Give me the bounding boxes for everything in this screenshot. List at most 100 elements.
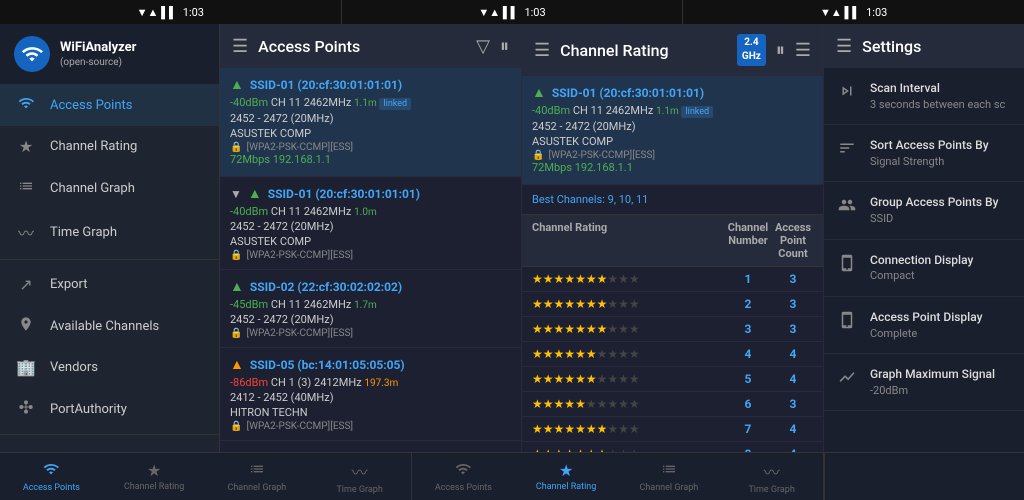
settings-item-sort-access-points[interactable]: Sort Access Points BySignal Strength (824, 125, 1024, 182)
ap-item-05[interactable]: ▲ SSID-05 (bc:14:01:05:05:05) -86dBm CH … (220, 348, 521, 441)
settings-item-connection-display[interactable]: Connection DisplayCompact (824, 240, 1024, 297)
star-empty: ★ (597, 347, 608, 361)
cr-col-channel: Channel Number (723, 221, 773, 260)
settings-item-scan-interval[interactable]: Scan Interval3 seconds between each sc (824, 68, 1024, 125)
settings-menu-icon[interactable]: ☰ (836, 36, 852, 57)
ap-item-04[interactable]: ▲ SSID-04 (bc:14:01:04:04:04) -87dBm CH … (220, 441, 521, 452)
cr-more-icon[interactable]: ☰ (795, 40, 811, 61)
ap-highlighted[interactable]: ▲ SSID-01 (20:cf:30:01:01:01) -40dBm CH … (220, 68, 521, 177)
ap-item-02[interactable]: ▲ SSID-02 (22:cf:30:02:02:02) -45dBm CH … (220, 270, 521, 348)
settings-value-graph-maximum-signal: -20dBm (870, 383, 995, 398)
star-filled: ★ (564, 422, 575, 436)
cr-table-header: Channel Rating Channel Number Access Poi… (522, 215, 823, 267)
sidebar-item-port-authority[interactable]: PortAuthority (0, 388, 219, 430)
star-empty: ★ (607, 422, 618, 436)
star-filled: ★ (532, 422, 543, 436)
star-empty: ★ (618, 297, 629, 311)
star-filled: ★ (554, 322, 565, 336)
sidebar-item-available-channels[interactable]: Available Channels (0, 305, 219, 347)
ap-menu-icon[interactable]: ☰ (232, 36, 248, 57)
settings-item-graph-maximum-signal[interactable]: Graph Maximum Signal-20dBm (824, 354, 1024, 411)
cr-ap-count: 4 (773, 372, 813, 386)
app-logo (14, 36, 50, 72)
settings-panel: ☰ Settings Scan Interval3 seconds betwee… (824, 24, 1024, 452)
cr-highlighted-details: -40dBm CH 11 2462MHz 1.1m linked (532, 104, 813, 118)
ap-pause-icon[interactable]: ⏸ (500, 36, 509, 57)
sidebar-item-access-points[interactable]: Access Points (0, 84, 219, 126)
ap-security-05: 🔒 [WPA2-PSK-CCMP][ESS] (230, 421, 511, 432)
bnav2-cr-icon: ★ (559, 461, 573, 480)
sidebar-item-export[interactable]: ↗ Export (0, 264, 219, 305)
bnav-tg-icon: 〰 (352, 459, 368, 483)
bnav2-tg[interactable]: 〰 Time Graph (720, 453, 823, 500)
bnav2-cr[interactable]: ★ Channel Rating (515, 453, 618, 500)
time-2: 1:03 (524, 6, 545, 19)
bnav2-ap[interactable]: Access Points (412, 453, 515, 500)
ap-highlight-ssid: SSID-01 (20:cf:30:01:01:01) (250, 78, 402, 92)
ap-range-02: 2452 - 2472 (20MHz) (230, 313, 511, 326)
settings-item-access-point-display[interactable]: Access Point DisplayComplete (824, 297, 1024, 354)
ap-item-01[interactable]: ▼ ▲ SSID-01 (20:cf:30:01:01:01) -40dBm C… (220, 177, 521, 270)
star-filled: ★ (543, 397, 554, 411)
cr-channel-num: 1 (723, 272, 773, 286)
cr-pause-icon[interactable]: ⏸ (776, 40, 785, 61)
status-icons-2: ▼▲ ▌▌ (478, 6, 518, 19)
bnav-ap[interactable]: Access Points (0, 453, 103, 500)
star-empty: ★ (629, 297, 640, 311)
star-filled: ★ (554, 272, 565, 286)
bnav-cr[interactable]: ★ Channel Rating (103, 453, 206, 500)
cr-panel-header: ☰ Channel Rating 2.4GHz ⏸ ☰ (522, 24, 823, 76)
settings-title-graph-maximum-signal: Graph Maximum Signal (870, 366, 995, 383)
settings-content-scan-interval: Scan Interval3 seconds between each sc (870, 80, 1005, 112)
cr-channel-num: 7 (723, 422, 773, 436)
star-filled: ★ (564, 297, 575, 311)
app-name: WiFiAnalyzer (60, 40, 136, 57)
ap-range-01: 2452 - 2472 (20MHz) (230, 220, 511, 233)
settings-content-group-access-points: Group Access Points BySSID (870, 194, 998, 226)
status-icons-3: ▼▲ ▌▌ (820, 6, 860, 19)
bnav-tg[interactable]: 〰 Time Graph (308, 453, 411, 500)
bnav2-cg[interactable]: Channel Graph (618, 453, 721, 500)
settings-item-group-access-points[interactable]: Group Access Points BySSID (824, 182, 1024, 239)
ap-highlight-range: 2452 - 2472 (20MHz) (230, 112, 511, 125)
ap-security-01: 🔒 [WPA2-PSK-CCMP][ESS] (230, 250, 511, 261)
sidebar-item-settings[interactable]: ⚙ Settings (0, 439, 219, 452)
best-channels-label: Best Channels: (532, 193, 605, 206)
cr-wifi-icon: ▲ (532, 84, 546, 101)
cr-nav-label: Channel Rating (50, 139, 137, 154)
settings-value-access-point-display: Complete (870, 326, 982, 341)
sidebar-item-channel-rating[interactable]: ★ Channel Rating (0, 126, 219, 167)
settings-panel-title: Settings (862, 37, 921, 56)
sidebar: WiFiAnalyzer (open-source) Access Points… (0, 24, 220, 452)
ap-nav-icon (16, 95, 36, 115)
cr-row-1: ★★★★★★★★★★13 (522, 267, 823, 292)
star-empty: ★ (597, 372, 608, 386)
ap-details-01: -40dBm CH 11 2462MHz 1.0m (230, 205, 511, 218)
cr-channel-num: 6 (723, 397, 773, 411)
sidebar-item-time-graph[interactable]: 〰 Time Graph (0, 209, 219, 255)
ap-panel-header: ☰ Access Points ▽ ⏸ (220, 24, 521, 68)
ap-highlight-details: -40dBm CH 11 2462MHz 1.1m linked (230, 96, 511, 110)
ap-highlight-freq: 2462MHz (304, 96, 352, 109)
bottom-nav-row: Access Points ★ Channel Rating Channel G… (0, 452, 1024, 500)
ap-filter-icon[interactable]: ▽ (476, 36, 490, 57)
avail-chan-icon (16, 316, 36, 336)
cr-channel-num: 5 (723, 372, 773, 386)
star-empty: ★ (629, 322, 640, 336)
ap-nav-label: Access Points (50, 98, 132, 113)
sidebar-item-vendors[interactable]: 🏢 Vendors (0, 347, 219, 388)
vendors-label: Vendors (50, 360, 98, 375)
lock-icon-05: 🔒 (230, 421, 242, 432)
cr-col-count: Access Point Count (773, 221, 813, 260)
bnav-ap-icon (43, 461, 59, 481)
sidebar-item-channel-graph[interactable]: Channel Graph (0, 167, 219, 209)
bnav-cg[interactable]: Channel Graph (206, 453, 309, 500)
star-filled: ★ (586, 347, 597, 361)
bnav-cg-label: Channel Graph (227, 483, 286, 493)
star-empty: ★ (629, 347, 640, 361)
cr-row-8: ★★★★★★★★★★84 (522, 442, 823, 452)
star-filled: ★ (575, 322, 586, 336)
cr-highlighted-ap[interactable]: ▲ SSID-01 (20:cf:30:01:01:01) -40dBm CH … (522, 76, 823, 185)
cr-menu-icon[interactable]: ☰ (534, 40, 550, 61)
settings-value-group-access-points: SSID (870, 211, 998, 226)
